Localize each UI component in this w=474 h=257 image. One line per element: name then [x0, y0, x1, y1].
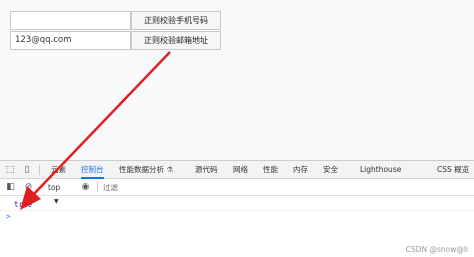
tab-css-overview[interactable]: CSS 概览	[437, 161, 469, 179]
console-prompt[interactable]: >	[0, 211, 474, 223]
eye-icon[interactable]: ◉	[79, 181, 92, 194]
tab-security[interactable]: 安全	[323, 161, 338, 179]
flask-icon: ⚗	[166, 165, 174, 174]
console-result-line: true	[0, 199, 474, 211]
watermark: CSDN @snow@li	[405, 245, 468, 254]
devtools-panel: ⬚ ▯ 元素 控制台 性能数据分析 ⚗ 源代码 网络 性能 内存 安全 Ligh…	[0, 160, 474, 257]
validate-phone-button[interactable]: 正则校验手机号码	[131, 11, 221, 30]
filter-input[interactable]: 过滤	[100, 181, 220, 194]
phone-input[interactable]	[10, 11, 131, 30]
tab-network[interactable]: 网络	[233, 161, 248, 179]
tab-performance[interactable]: 性能	[263, 161, 278, 179]
tab-memory[interactable]: 内存	[293, 161, 308, 179]
tab-elements[interactable]: 元素	[51, 161, 66, 179]
context-selector[interactable]: top ▼	[48, 181, 70, 205]
page-content: 正则校验手机号码 123@qq.com 正则校验邮箱地址	[0, 0, 474, 160]
tab-performance-insights-label: 性能数据分析	[119, 165, 164, 174]
console-output: true >	[0, 196, 474, 257]
tab-lighthouse[interactable]: Lighthouse	[360, 161, 401, 179]
context-label: top	[48, 183, 61, 192]
console-toolbar: ◧ ⊘ top ▼ ◉ 过滤	[0, 179, 474, 205]
sidebar-toggle-icon[interactable]: ◧	[4, 181, 17, 194]
tab-console[interactable]: 控制台	[81, 161, 104, 179]
divider	[97, 182, 98, 192]
device-toggle-icon[interactable]: ▯	[21, 164, 33, 176]
devtools-tabbar: ⬚ ▯ 元素 控制台 性能数据分析 ⚗ 源代码 网络 性能 内存 安全 Ligh…	[0, 161, 474, 179]
inspect-icon[interactable]: ⬚	[4, 164, 16, 176]
clear-console-icon[interactable]: ⊘	[22, 181, 35, 194]
tab-performance-insights[interactable]: 性能数据分析 ⚗	[119, 161, 173, 179]
validate-email-button[interactable]: 正则校验邮箱地址	[131, 31, 221, 50]
divider	[39, 165, 40, 175]
email-input[interactable]: 123@qq.com	[10, 31, 131, 50]
tab-sources[interactable]: 源代码	[195, 161, 218, 179]
